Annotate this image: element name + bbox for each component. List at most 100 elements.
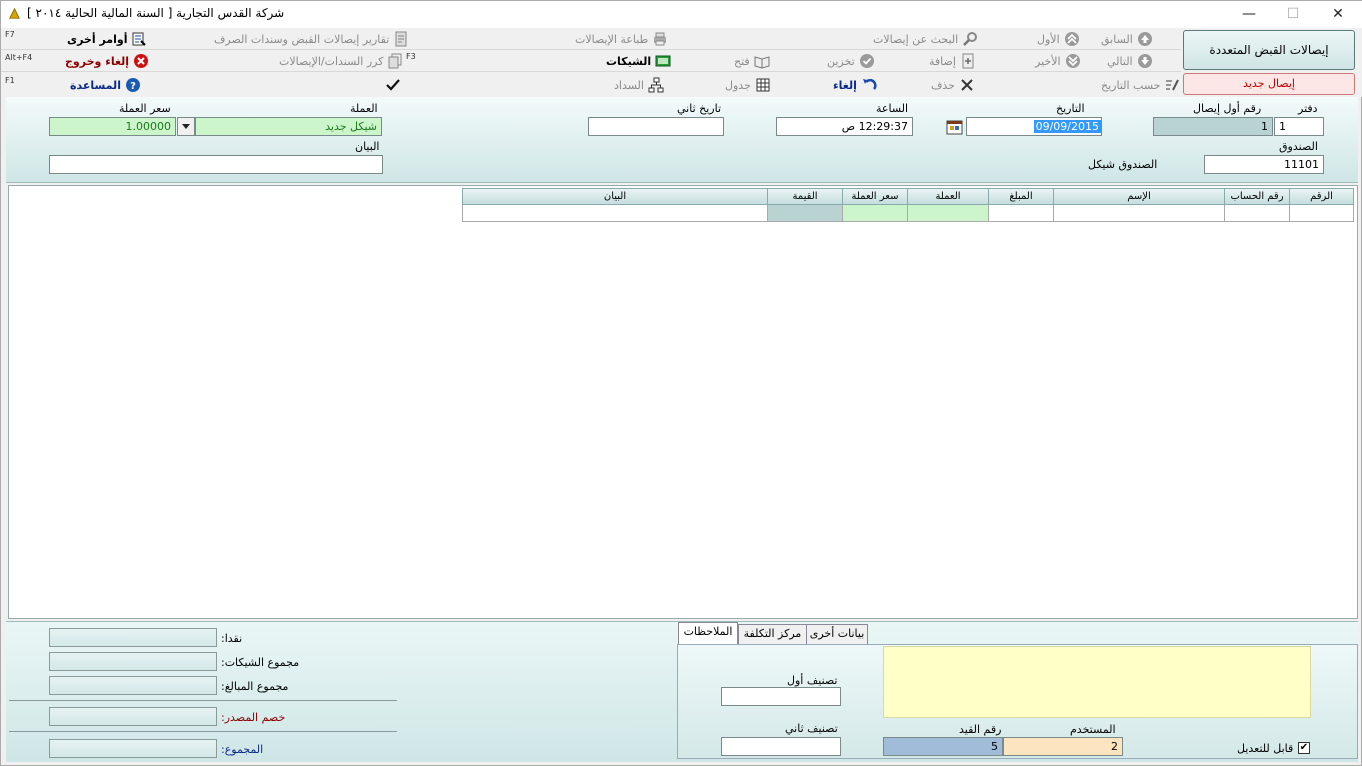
grid-header-statement[interactable]: البيان xyxy=(462,188,768,205)
tab-notes[interactable]: الملاحظات xyxy=(678,622,738,645)
other-commands-key: F7 xyxy=(5,30,15,39)
statement-label: البيان xyxy=(355,140,380,153)
reports-button[interactable]: تقارير إيصالات القبض وسندات الصرف xyxy=(214,29,409,49)
cancel-exit-key: Alt+F4 xyxy=(5,53,33,62)
entry-number-field: 5 xyxy=(883,737,1003,756)
grid-cell-statement[interactable] xyxy=(462,205,768,222)
source-discount-field xyxy=(49,707,217,726)
grid-header-amount[interactable]: المبلغ xyxy=(988,188,1054,205)
repeat-vouchers-label: كرر السندات/الإيصالات xyxy=(279,54,384,68)
second-date-field[interactable] xyxy=(588,117,724,136)
class2-label: تصنيف ثاني xyxy=(785,722,838,735)
maximize-button[interactable]: ☐ xyxy=(1270,1,1316,28)
help-label: المساعدة xyxy=(70,78,121,92)
class1-field[interactable] xyxy=(721,687,841,706)
cashbox-field[interactable]: 11101 xyxy=(1204,155,1324,174)
editable-checkbox[interactable]: ✔ xyxy=(1298,742,1310,754)
grand-total-label: المجموع: xyxy=(221,743,264,756)
undo-icon xyxy=(862,78,877,90)
currency-dropdown-button[interactable] xyxy=(177,117,195,136)
cancel-circle-icon xyxy=(134,54,149,68)
tab-other-data[interactable]: بيانات أخرى xyxy=(806,624,868,644)
next-label: التالي xyxy=(1107,54,1133,68)
minimize-button[interactable]: — xyxy=(1226,1,1272,28)
cash-total-field xyxy=(49,628,217,647)
receipt-lines-grid[interactable] xyxy=(8,185,1358,619)
class2-field[interactable] xyxy=(721,737,841,756)
arrow-down-circle-icon xyxy=(1137,54,1152,68)
cancel-exit-label: إلغاء وخروج xyxy=(65,54,130,68)
new-receipt-button[interactable]: إيصال جديد xyxy=(1183,73,1355,95)
search-receipts-button[interactable]: البحث عن إيصالات xyxy=(873,29,978,49)
class1-label: تصنيف أول xyxy=(787,674,838,687)
close-button[interactable]: ✕ xyxy=(1315,1,1361,28)
tab-cost-center[interactable]: مركز التكلفة xyxy=(738,624,807,644)
grid-cell-name[interactable] xyxy=(1053,205,1225,222)
statement-field[interactable] xyxy=(49,155,383,174)
grid-cell-currency[interactable] xyxy=(907,205,989,222)
store-button[interactable]: تخزين xyxy=(827,51,875,71)
help-key: F1 xyxy=(5,76,15,85)
date-label: التاريخ xyxy=(1056,102,1085,115)
grid-cell-amount[interactable] xyxy=(988,205,1054,222)
calendar-icon[interactable] xyxy=(946,119,963,135)
first-button[interactable]: الأول xyxy=(1037,29,1080,49)
open-label: فتح xyxy=(734,54,750,68)
toolbar-row-3: حسب التاريخ حذف إلغاء جدول السداد ? المس… xyxy=(1,73,1181,95)
payment-label: السداد xyxy=(614,78,644,92)
confirm-button[interactable] xyxy=(385,75,401,95)
multiple-receipts-button[interactable]: إيصالات القبض المتعددة xyxy=(1183,30,1355,70)
cancel-exit-button[interactable]: إلغاء وخروج xyxy=(65,51,149,71)
date-value: 09/09/2015 xyxy=(1033,120,1101,133)
grid-header-number[interactable]: الرقم xyxy=(1289,188,1354,205)
toolbar: السابق الأول البحث عن إيصالات طباعة الإي… xyxy=(1,28,1362,97)
time-field[interactable]: 12:29:37 ص xyxy=(776,117,913,136)
open-button[interactable]: فتح xyxy=(734,51,770,71)
book-label: دفتر xyxy=(1298,102,1318,115)
prev-button[interactable]: السابق xyxy=(1101,29,1153,49)
svg-text:?: ? xyxy=(130,81,136,92)
last-button[interactable]: الأخير xyxy=(1035,51,1081,71)
delete-button[interactable]: حذف xyxy=(931,75,975,95)
help-button[interactable]: ? المساعدة xyxy=(70,75,141,95)
table-button[interactable]: جدول xyxy=(725,75,771,95)
book-field[interactable]: 1 xyxy=(1274,117,1324,136)
commands-icon xyxy=(132,32,147,46)
chevron-down-icon xyxy=(182,124,190,129)
cheques-button[interactable]: الشيكات xyxy=(606,51,671,71)
by-date-button[interactable]: حسب التاريخ xyxy=(1101,75,1180,95)
cancel-button[interactable]: إلغاء xyxy=(833,75,877,95)
cancel-label: إلغاء xyxy=(833,78,857,92)
sort-pencil-icon xyxy=(1166,79,1180,91)
next-button[interactable]: التالي xyxy=(1107,51,1153,71)
grid-cell-number[interactable] xyxy=(1289,205,1354,222)
payment-button[interactable]: السداد xyxy=(614,75,664,95)
checkmark-icon xyxy=(386,79,400,91)
grid-header-name[interactable]: الإسم xyxy=(1053,188,1225,205)
notes-textarea[interactable] xyxy=(883,646,1311,718)
magnifier-icon xyxy=(963,32,978,46)
exchange-rate-field[interactable]: 1.00000 xyxy=(49,117,176,136)
double-arrow-up-circle-icon xyxy=(1064,32,1079,46)
second-date-label: تاريخ ثاني xyxy=(677,102,722,115)
date-field[interactable]: 09/09/2015 xyxy=(966,117,1102,136)
currency-select[interactable]: شيكل جديد xyxy=(195,117,382,136)
other-commands-label: أوامر أخرى xyxy=(67,32,128,46)
first-receipt-field: 1 xyxy=(1153,117,1273,136)
source-discount-label: خصم المصدر: xyxy=(221,711,286,724)
grid-header-currency[interactable]: العملة xyxy=(907,188,989,205)
repeat-vouchers-key: F3 xyxy=(406,52,416,61)
cash-total-label: نقدا: xyxy=(221,632,243,645)
repeat-vouchers-button[interactable]: كرر السندات/الإيصالات xyxy=(279,51,403,71)
grid-cell-account[interactable] xyxy=(1224,205,1290,222)
add-button[interactable]: إضافة xyxy=(929,51,976,71)
grid-header-value[interactable]: القيمة xyxy=(767,188,843,205)
grid-cell-rate[interactable] xyxy=(842,205,908,222)
print-receipts-button[interactable]: طباعة الإيصالات xyxy=(575,29,668,49)
cashbox-label: الصندوق xyxy=(1279,140,1318,153)
grid-header-rate[interactable]: سعر العملة xyxy=(842,188,908,205)
other-commands-button[interactable]: أوامر أخرى xyxy=(67,29,147,49)
add-label: إضافة xyxy=(929,54,956,68)
check-circle-icon xyxy=(859,54,874,68)
grid-header-account[interactable]: رقم الحساب xyxy=(1224,188,1290,205)
